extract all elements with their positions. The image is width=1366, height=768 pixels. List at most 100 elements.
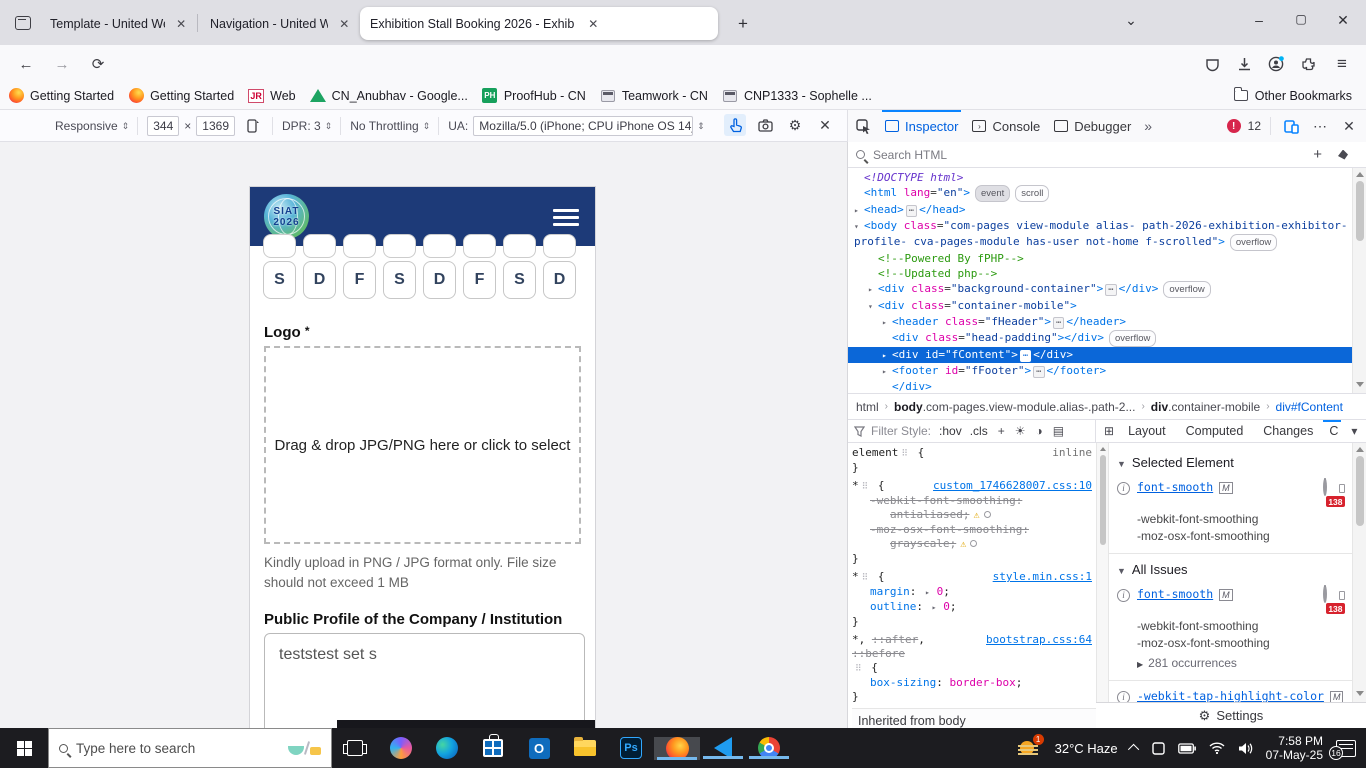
expand-arrow-icon[interactable]: ▸: [882, 364, 892, 379]
taskbar-app-firefox[interactable]: [654, 737, 700, 760]
markup-line[interactable]: <div class="head-padding"></div>overflow: [848, 330, 1352, 347]
sidebar-tab-changes[interactable]: Changes: [1253, 420, 1323, 442]
compat-scrollbar[interactable]: [1352, 443, 1366, 702]
breadcrumb-item[interactable]: div.container-mobile: [1151, 400, 1260, 414]
markup-line[interactable]: ▸<footer id="fFooter">⋯</footer>: [848, 363, 1352, 379]
bookmark-item[interactable]: Getting Started: [128, 88, 234, 104]
letter-box-clipped[interactable]: [263, 234, 296, 258]
collapsed-children-icon[interactable]: ⋯: [906, 205, 917, 217]
rule-selector[interactable]: custom_1746628007.css:10*⠿ {: [852, 479, 1096, 494]
toggle-class-button[interactable]: .cls: [970, 424, 988, 438]
rule-drag-handle[interactable]: ⠿: [901, 449, 908, 459]
app-menu-icon[interactable]: ≡: [1330, 52, 1354, 76]
device-selector[interactable]: Responsive: [55, 119, 118, 133]
compat-settings-bar[interactable]: ⚙ Settings: [1096, 702, 1366, 728]
logo-dropzone[interactable]: Drag & drop JPG/PNG here or click to sel…: [264, 346, 581, 544]
list-tabs-button[interactable]: ⌄: [1116, 12, 1146, 29]
css-declaration[interactable]: margin: ▸ 0;: [852, 585, 1096, 600]
css-value[interactable]: antialiased;⚠: [852, 508, 1096, 523]
expand-arrow-icon[interactable]: ▸: [882, 348, 892, 363]
more-tabs-icon[interactable]: »: [1144, 118, 1152, 134]
clock[interactable]: 7:58 PM07-May-25: [1266, 734, 1323, 762]
expand-arrow-icon[interactable]: ▾: [854, 219, 864, 234]
letter-box[interactable]: S: [263, 261, 296, 299]
letter-box[interactable]: D: [303, 261, 336, 299]
letter-box-clipped[interactable]: [423, 234, 456, 258]
rule-selector[interactable]: inlineelement⠿ {: [852, 446, 1096, 461]
info-icon[interactable]: i: [1117, 589, 1130, 602]
reload-button[interactable]: ⟳: [86, 52, 110, 76]
taskbar-app-file-explorer[interactable]: [562, 740, 608, 756]
expand-shorthand-icon[interactable]: ▸: [932, 603, 942, 612]
compat-property-link[interactable]: -webkit-tap-highlight-color: [1137, 689, 1324, 702]
node-badge[interactable]: event: [975, 185, 1010, 202]
battery-icon[interactable]: [1178, 743, 1196, 754]
devtools-tab-console[interactable]: ›Console: [965, 110, 1047, 142]
letter-box[interactable]: F: [463, 261, 496, 299]
letter-box[interactable]: D: [543, 261, 576, 299]
css-declaration[interactable]: outline: ▸ 0;: [852, 600, 1096, 615]
markup-line[interactable]: ▸<header class="fHeader">⋯</header>: [848, 314, 1352, 330]
compat-section-header[interactable]: ▼All Issues: [1117, 562, 1345, 577]
letter-box-clipped[interactable]: [503, 234, 536, 258]
filter-styles-input[interactable]: Filter Style:: [871, 424, 931, 438]
minimize-button[interactable]: –: [1244, 12, 1274, 28]
bookmark-item[interactable]: CN_Anubhav - Google...: [310, 88, 468, 104]
collapsed-children-icon[interactable]: ⋯: [1105, 284, 1116, 296]
back-button[interactable]: ←: [14, 52, 38, 76]
protections-icon[interactable]: [1200, 52, 1224, 76]
taskbar-app-chrome[interactable]: [746, 737, 792, 759]
taskbar-app-edge[interactable]: [424, 737, 470, 759]
node-badge[interactable]: overflow: [1163, 281, 1210, 298]
markup-line[interactable]: <!--Powered By fPHP-->: [848, 251, 1352, 266]
collapsed-children-icon[interactable]: ⋯: [1020, 350, 1031, 362]
toggle-hover-button[interactable]: :hov: [939, 424, 962, 438]
css-value[interactable]: grayscale;⚠: [852, 537, 1096, 552]
close-devtools-icon[interactable]: ✕: [1338, 115, 1360, 137]
new-tab-button[interactable]: +: [730, 11, 756, 37]
sidebar-toggle-icon[interactable]: ⊞: [1104, 424, 1114, 438]
markup-line-selected[interactable]: ▸<div id="fContent">⋯</div>: [848, 347, 1352, 363]
css-property[interactable]: -moz-osx-font-smoothing:: [852, 523, 1096, 537]
node-badge[interactable]: overflow: [1230, 234, 1277, 251]
breadcrumb[interactable]: html›body.com-pages.view-module.alias-.p…: [848, 393, 1366, 419]
markup-line[interactable]: ▸<div class="background-container">⋯</di…: [848, 281, 1352, 298]
close-window-button[interactable]: ✕: [1328, 12, 1358, 29]
volume-icon[interactable]: [1238, 742, 1253, 755]
taskbar-app-outlook[interactable]: O: [516, 738, 562, 759]
devtools-tab-inspector[interactable]: Inspector: [878, 110, 965, 142]
suggestion-icon[interactable]: [984, 511, 991, 518]
breadcrumb-item[interactable]: html: [856, 400, 879, 414]
letter-box-clipped[interactable]: [463, 234, 496, 258]
collapsed-children-icon[interactable]: ⋯: [1033, 366, 1044, 378]
rules-view[interactable]: inlineelement⠿ {}custom_1746628007.css:1…: [848, 443, 1096, 728]
element-picker-icon[interactable]: [852, 115, 874, 137]
markup-view[interactable]: <!DOCTYPE html><html lang="en">eventscro…: [848, 168, 1352, 393]
rule-drag-handle[interactable]: ⠿: [862, 573, 869, 583]
bookmark-item[interactable]: Getting Started: [8, 88, 114, 104]
rule-selector[interactable]: bootstrap.css:64*, ::after, ::before: [852, 633, 1096, 661]
markup-line[interactable]: <!--Updated php-->: [848, 266, 1352, 281]
forward-button[interactable]: →: [50, 52, 74, 76]
rule-drag-handle[interactable]: ⠿: [855, 664, 862, 674]
firefox-view-icon[interactable]: [10, 10, 36, 36]
search-html-input[interactable]: Search HTML: [873, 148, 947, 162]
taskbar-app-photoshop[interactable]: Ps: [608, 737, 654, 759]
devtools-tab-debugger[interactable]: Debugger: [1047, 110, 1138, 142]
tablet-icon[interactable]: [1152, 741, 1165, 756]
ua-input[interactable]: Mozilla/5.0 (iPhone; CPU iPhone OS 14_6 …: [473, 116, 693, 136]
sidebar-tabs-dropdown-icon[interactable]: ▾: [1351, 424, 1357, 438]
weather-text[interactable]: 32°C Haze: [1055, 741, 1118, 756]
dpr-selector[interactable]: DPR: 3: [282, 119, 321, 133]
sidebar-tab-compatibility[interactable]: C: [1323, 420, 1341, 442]
breadcrumb-item[interactable]: div#fContent: [1276, 400, 1343, 414]
other-bookmarks[interactable]: Other Bookmarks: [1233, 88, 1352, 104]
expand-arrow-icon[interactable]: ▸: [868, 282, 878, 297]
taskbar-search-input[interactable]: Type here to search: [48, 728, 332, 768]
info-icon[interactable]: i: [1117, 482, 1130, 495]
rules-scrollbar[interactable]: [1096, 443, 1109, 728]
stylesheet-link[interactable]: custom_1746628007.css:10: [933, 479, 1092, 493]
breadcrumb-item[interactable]: body.com-pages.view-module.alias-.path-2…: [894, 400, 1135, 414]
touch-simulation-icon[interactable]: [724, 114, 746, 136]
expand-arrow-icon[interactable]: ▸: [854, 203, 864, 218]
